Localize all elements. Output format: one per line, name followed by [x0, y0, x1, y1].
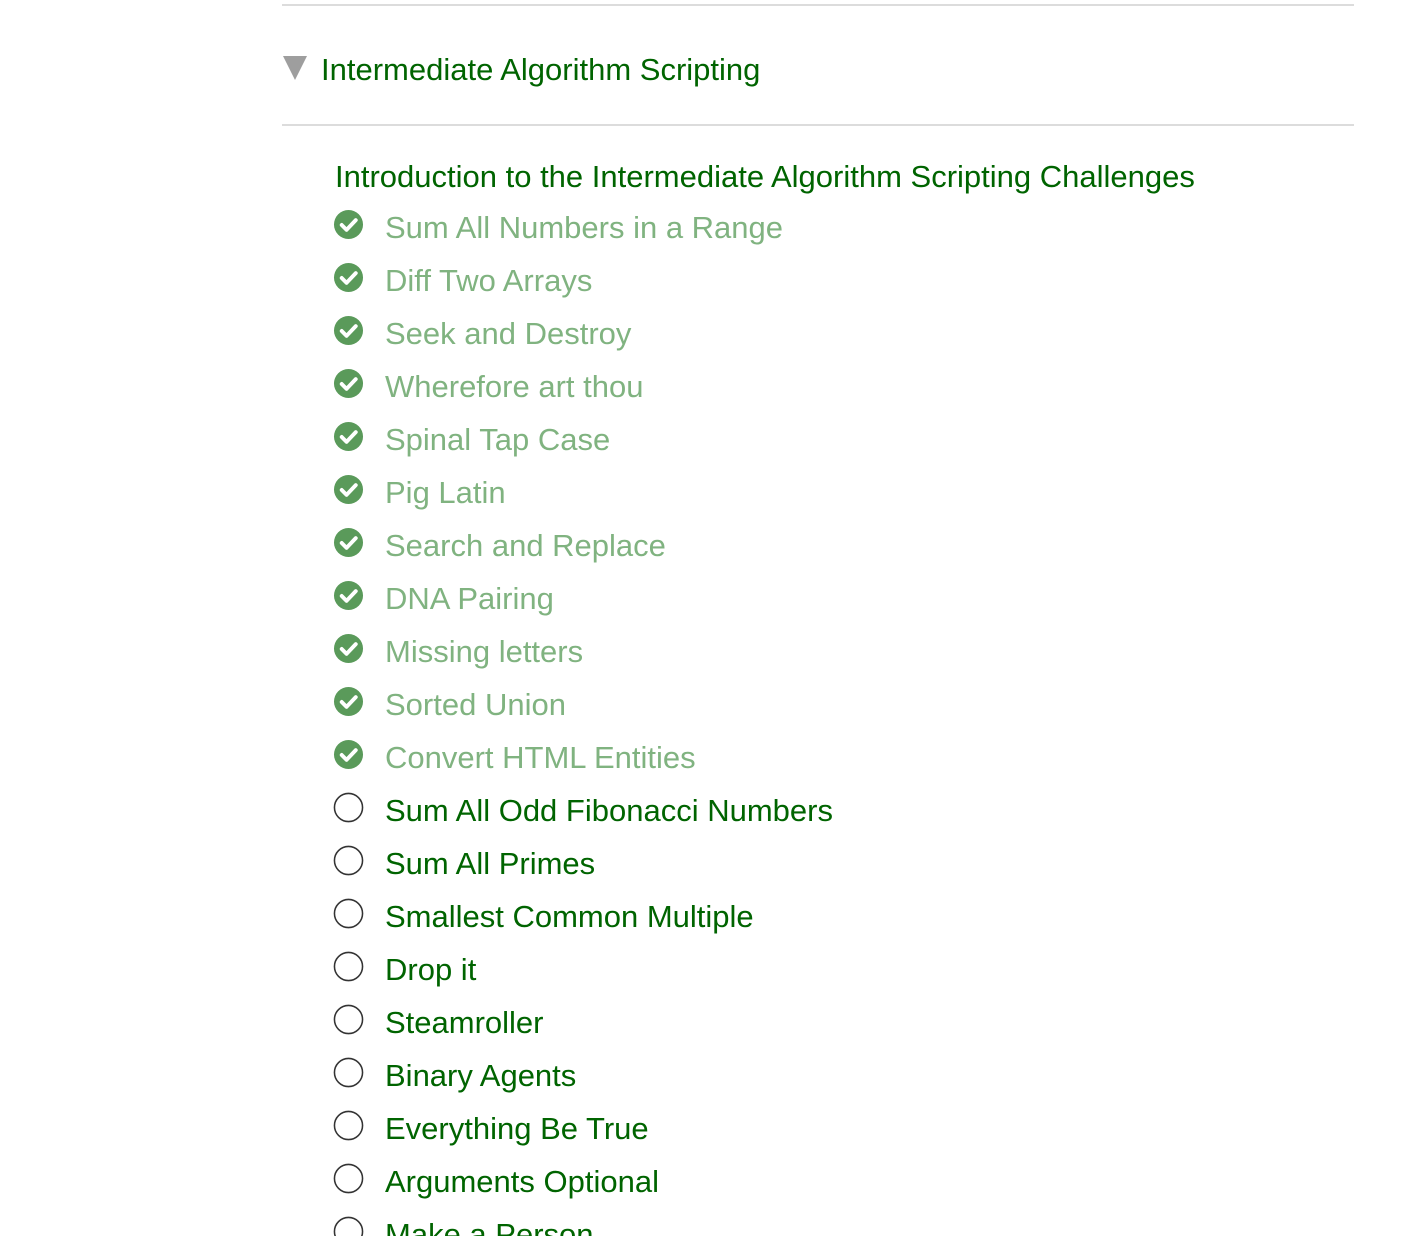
challenge-label[interactable]: Smallest Common Multiple [385, 895, 754, 939]
empty-circle-icon [333, 1004, 364, 1035]
top-divider [282, 4, 1354, 6]
challenge-label[interactable]: Missing letters [385, 630, 583, 674]
challenge-label[interactable]: Seek and Destroy [385, 312, 631, 356]
check-circle-icon [333, 739, 364, 770]
challenge-label[interactable]: Sum All Odd Fibonacci Numbers [385, 789, 833, 833]
empty-circle-icon [333, 1216, 364, 1236]
challenge-label[interactable]: Make a Person [385, 1213, 594, 1236]
challenge-label[interactable]: Wherefore art thou [385, 365, 643, 409]
empty-circle-icon [333, 898, 364, 929]
challenge-label[interactable]: Binary Agents [385, 1054, 576, 1098]
check-circle-icon [333, 315, 364, 346]
empty-circle-icon [333, 951, 364, 982]
check-circle-icon [333, 686, 364, 717]
check-circle-icon [333, 209, 364, 240]
empty-circle-icon [333, 1110, 364, 1141]
challenge-label[interactable]: Sum All Primes [385, 842, 595, 886]
challenge-label[interactable]: Diff Two Arrays [385, 259, 592, 303]
intro-link[interactable]: Introduction to the Intermediate Algorit… [335, 155, 1195, 199]
challenge-label[interactable]: Everything Be True [385, 1107, 649, 1151]
challenge-label[interactable]: Steamroller [385, 1001, 544, 1045]
section-toggle[interactable]: Intermediate Algorithm Scripting [282, 46, 760, 94]
challenge-label[interactable]: Spinal Tap Case [385, 418, 610, 462]
section-title[interactable]: Intermediate Algorithm Scripting [321, 48, 760, 92]
check-circle-icon [333, 421, 364, 452]
empty-circle-icon [333, 845, 364, 876]
challenge-label[interactable]: Pig Latin [385, 471, 506, 515]
section-divider [282, 124, 1354, 126]
check-circle-icon [333, 580, 364, 611]
challenge-label[interactable]: Convert HTML Entities [385, 736, 696, 780]
check-circle-icon [333, 633, 364, 664]
challenge-label[interactable]: Sorted Union [385, 683, 566, 727]
empty-circle-icon [333, 1057, 364, 1088]
check-circle-icon [333, 474, 364, 505]
check-circle-icon [333, 368, 364, 399]
empty-circle-icon [333, 1163, 364, 1194]
check-circle-icon [333, 527, 364, 558]
check-circle-icon [333, 262, 364, 293]
curriculum-page: Intermediate Algorithm Scripting Introdu… [0, 0, 1424, 1236]
challenge-label[interactable]: Sum All Numbers in a Range [385, 206, 783, 250]
challenge-label[interactable]: Arguments Optional [385, 1160, 659, 1204]
challenge-label[interactable]: DNA Pairing [385, 577, 554, 621]
challenge-label[interactable]: Search and Replace [385, 524, 666, 568]
challenge-label[interactable]: Drop it [385, 948, 476, 992]
empty-circle-icon [333, 792, 364, 823]
triangle-down-icon[interactable] [283, 56, 307, 80]
